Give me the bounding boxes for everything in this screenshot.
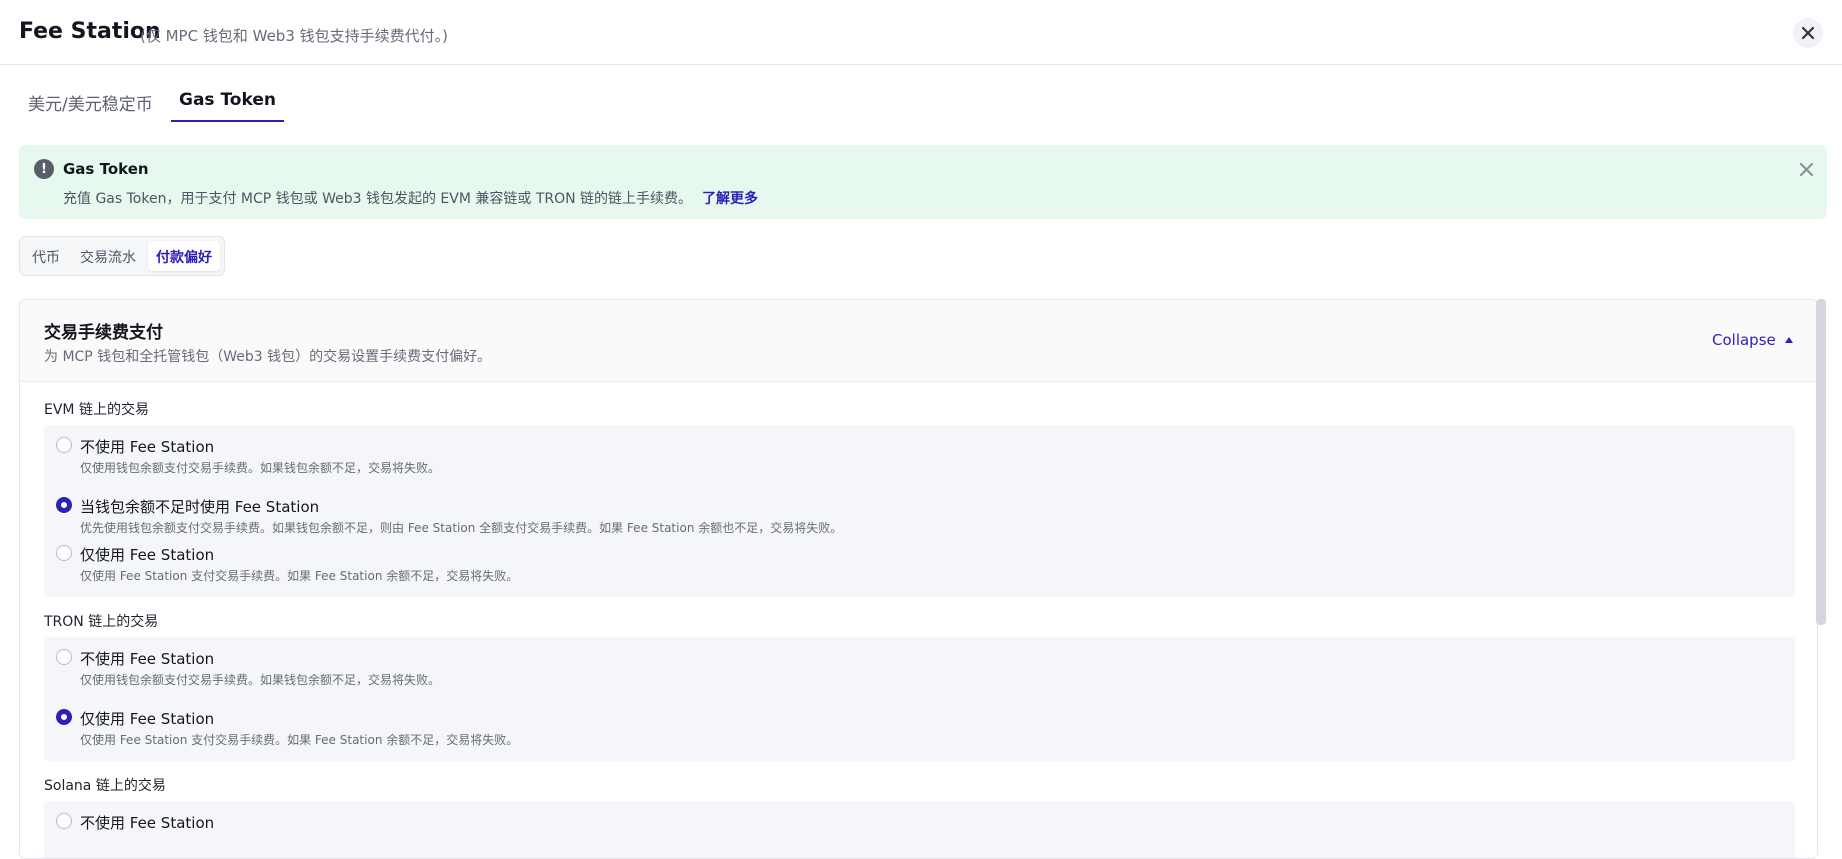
modal-header: Fee Station (仅 MPC 钱包和 Web3 钱包支持手续费代付。) <box>0 0 1842 65</box>
options-evm: 不使用 Fee Station 仅使用钱包余额支付交易手续费。如果钱包余额不足，… <box>44 425 1795 597</box>
radio-button[interactable] <box>56 437 72 453</box>
banner-text: 充值 Gas Token，用于支付 MCP 钱包或 Web3 钱包发起的 EVM… <box>63 188 758 208</box>
tab-usd-stablecoin[interactable]: 美元/美元稳定币 <box>20 78 161 122</box>
caret-up-icon <box>1784 337 1793 343</box>
radio-button[interactable] <box>56 497 72 513</box>
section-label-solana: Solana 链上的交易 <box>44 778 166 794</box>
close-button[interactable] <box>1793 18 1823 48</box>
radio-button[interactable] <box>56 649 72 665</box>
subtab-transactions[interactable]: 交易流水 <box>72 241 144 271</box>
modal-subtitle: (仅 MPC 钱包和 Web3 钱包支持手续费代付。) <box>140 27 448 45</box>
learn-more-link[interactable]: 了解更多 <box>702 191 758 207</box>
option-label: 当钱包余额不足时使用 Fee Station <box>80 498 320 516</box>
scrollbar[interactable] <box>1816 299 1826 625</box>
banner-description: 充值 Gas Token，用于支付 MCP 钱包或 Web3 钱包发起的 EVM… <box>63 191 693 207</box>
radio-button[interactable] <box>56 709 72 725</box>
banner-close-button[interactable] <box>1796 159 1816 179</box>
option-help: 优先使用钱包余额支付交易手续费。如果钱包余额不足，则由 Fee Station … <box>80 521 843 535</box>
option-help: 仅使用 Fee Station 支付交易手续费。如果 Fee Station 余… <box>80 569 519 583</box>
subtab-payment-preference[interactable]: 付款偏好 <box>148 241 220 271</box>
option-tron-none[interactable]: 不使用 Fee Station 仅使用钱包余额支付交易手续费。如果钱包余额不足，… <box>56 649 1776 689</box>
option-label: 仅使用 Fee Station <box>80 710 215 728</box>
panel-header: 交易手续费支付 为 MCP 钱包和全托管钱包（Web3 钱包）的交易设置手续费支… <box>20 300 1817 382</box>
section-label-evm: EVM 链上的交易 <box>44 402 149 418</box>
option-help: 仅使用 Fee Station 支付交易手续费。如果 Fee Station 余… <box>80 733 519 747</box>
tab-gas-token[interactable]: Gas Token <box>171 78 284 122</box>
panel-description: 为 MCP 钱包和全托管钱包（Web3 钱包）的交易设置手续费支付偏好。 <box>44 349 492 365</box>
options-solana: 不使用 Fee Station <box>44 801 1795 858</box>
panel-title: 交易手续费支付 <box>44 323 163 343</box>
radio-button[interactable] <box>56 813 72 829</box>
banner-title: Gas Token <box>63 160 149 178</box>
fee-payment-panel: 交易手续费支付 为 MCP 钱包和全托管钱包（Web3 钱包）的交易设置手续费支… <box>19 299 1818 859</box>
subtab-tokens[interactable]: 代币 <box>24 241 68 271</box>
info-banner: ! Gas Token 充值 Gas Token，用于支付 MCP 钱包或 We… <box>19 145 1827 219</box>
option-tron-only[interactable]: 仅使用 Fee Station 仅使用 Fee Station 支付交易手续费。… <box>56 709 1776 749</box>
option-label: 不使用 Fee Station <box>80 650 215 668</box>
option-help: 仅使用钱包余额支付交易手续费。如果钱包余额不足，交易将失败。 <box>80 461 441 475</box>
option-solana-none[interactable]: 不使用 Fee Station <box>56 813 1776 853</box>
option-help: 仅使用钱包余额支付交易手续费。如果钱包余额不足，交易将失败。 <box>80 673 441 687</box>
sub-tabs: 代币 交易流水 付款偏好 <box>19 236 225 276</box>
section-label-tron: TRON 链上的交易 <box>44 614 159 630</box>
option-label: 不使用 Fee Station <box>80 438 215 456</box>
radio-button[interactable] <box>56 545 72 561</box>
option-label: 仅使用 Fee Station <box>80 546 215 564</box>
close-icon <box>1799 162 1813 176</box>
close-icon <box>1802 27 1814 39</box>
collapse-button[interactable]: Collapse <box>1712 331 1794 349</box>
option-evm-none[interactable]: 不使用 Fee Station 仅使用钱包余额支付交易手续费。如果钱包余额不足，… <box>56 437 1776 477</box>
option-evm-fallback[interactable]: 当钱包余额不足时使用 Fee Station 优先使用钱包余额支付交易手续费。如… <box>56 497 1776 537</box>
options-tron: 不使用 Fee Station 仅使用钱包余额支付交易手续费。如果钱包余额不足，… <box>44 637 1795 761</box>
option-label: 不使用 Fee Station <box>80 814 215 832</box>
lightbulb-icon: ! <box>34 159 54 179</box>
collapse-label: Collapse <box>1712 331 1776 349</box>
option-evm-only[interactable]: 仅使用 Fee Station 仅使用 Fee Station 支付交易手续费。… <box>56 545 1776 585</box>
